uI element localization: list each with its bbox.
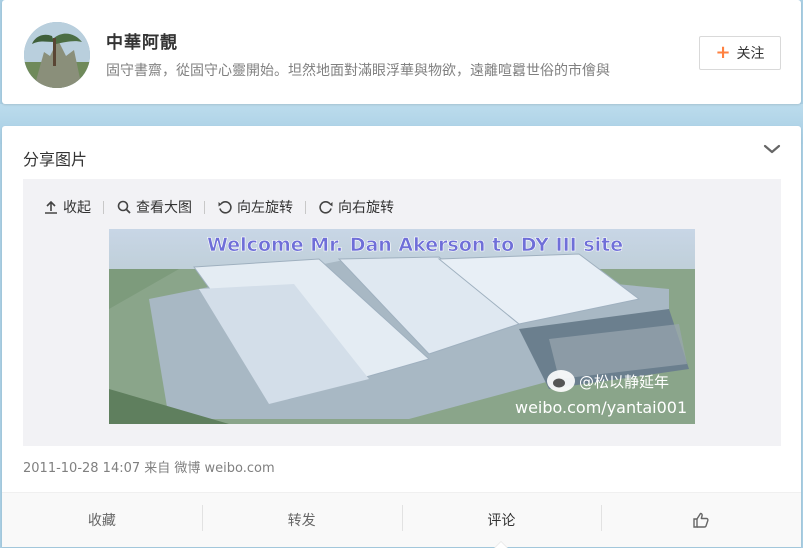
- post-card: 分享图片 收起 查看大图 向左旋转 向右旋转 Welcome Mr. Dan A…: [2, 126, 801, 548]
- follow-button[interactable]: + 关注: [699, 36, 781, 70]
- upload-arrow-icon: [45, 200, 57, 214]
- toolbar-divider: [305, 200, 306, 214]
- repost-label: 转发: [287, 513, 316, 529]
- comment-button[interactable]: 评论: [401, 493, 602, 548]
- post-title: 分享图片: [23, 150, 88, 169]
- toolbar-divider: [204, 200, 205, 214]
- view-large-button[interactable]: 查看大图: [116, 197, 192, 217]
- view-large-label: 查看大图: [136, 200, 192, 216]
- rotate-right-label: 向右旋转: [338, 200, 394, 216]
- thumbs-up-icon: [693, 512, 709, 528]
- photo-banner-text: Welcome Mr. Dan Akerson to DY III site: [207, 234, 623, 256]
- like-button[interactable]: [601, 493, 801, 547]
- favorite-button[interactable]: 收藏: [2, 493, 202, 547]
- repost-button[interactable]: 转发: [201, 493, 402, 547]
- favorite-label: 收藏: [87, 513, 116, 529]
- photo-watermark-url: weibo.com/yantai001: [515, 398, 687, 417]
- toolbar-divider: [103, 200, 104, 214]
- rotate-left-button[interactable]: 向左旋转: [217, 197, 293, 217]
- rotate-left-icon: [218, 201, 232, 214]
- avatar-image: [24, 22, 90, 88]
- photo-watermark-handle: @松以静延年: [579, 373, 669, 391]
- follow-label: 关注: [736, 46, 765, 62]
- collapse-button[interactable]: 收起: [43, 197, 91, 217]
- chevron-down-icon[interactable]: [762, 139, 782, 159]
- collapse-label: 收起: [63, 200, 91, 216]
- post-photo[interactable]: Welcome Mr. Dan Akerson to DY III site @…: [109, 229, 695, 424]
- avatar[interactable]: [24, 22, 90, 88]
- profile-name[interactable]: 中華阿靚: [106, 28, 178, 53]
- weibo-logo-icon: [547, 370, 575, 392]
- profile-bio: 固守書齋，從固守心靈開始。坦然地面對滿眼浮華與物欲，遠離喧囂世俗的市儈與: [106, 63, 610, 79]
- post-meta: 2011-10-28 14:07 来自 微博 weibo.com: [23, 461, 275, 476]
- media-toolbar: 收起 查看大图 向左旋转 向右旋转: [43, 195, 394, 219]
- rotate-right-icon: [319, 201, 333, 214]
- rotate-left-label: 向左旋转: [237, 200, 293, 216]
- action-bar: 收藏 转发 评论: [2, 492, 801, 548]
- media-panel: 收起 查看大图 向左旋转 向右旋转 Welcome Mr. Dan Akerso…: [23, 179, 781, 446]
- active-caret: [494, 541, 509, 548]
- comment-label: 评论: [487, 513, 516, 529]
- rotate-right-button[interactable]: 向右旋转: [318, 197, 394, 217]
- search-icon: [117, 200, 131, 214]
- profile-card: 中華阿靚 固守書齋，從固守心靈開始。坦然地面對滿眼浮華與物欲，遠離喧囂世俗的市儈…: [2, 0, 801, 104]
- plus-icon: +: [715, 42, 731, 63]
